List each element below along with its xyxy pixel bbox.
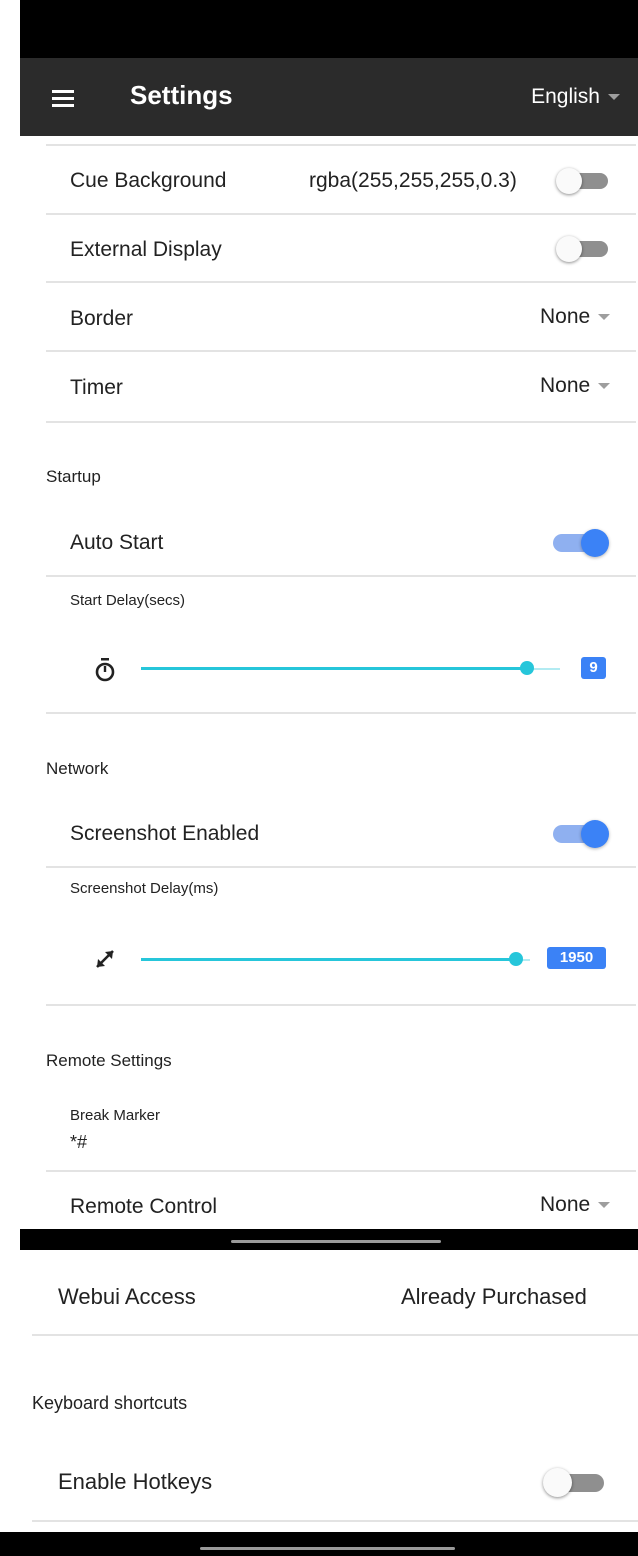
divider	[46, 421, 636, 423]
webui-access-value: Already Purchased	[401, 1284, 587, 1309]
divider	[46, 1170, 636, 1172]
border-label: Border	[70, 307, 134, 330]
screenshot-enabled-label: Screenshot Enabled	[70, 822, 260, 845]
break-marker-label: Break Marker	[70, 1107, 161, 1124]
auto-start-label: Auto Start	[70, 531, 164, 554]
screenshot-delay-value-badge: 1950	[547, 947, 606, 969]
page-title: Settings	[130, 80, 233, 110]
border-select[interactable]: None	[540, 305, 611, 329]
status-bar	[20, 0, 638, 58]
cue-background-label: Cue Background	[70, 169, 227, 192]
external-display-label: External Display	[70, 238, 222, 261]
remote-control-label: Remote Control	[70, 1195, 218, 1218]
remote-control-value: None	[540, 1193, 591, 1216]
app-toolbar: Settings English	[20, 58, 638, 136]
border-value: None	[540, 305, 591, 328]
chevron-down-icon	[608, 94, 620, 101]
divider	[46, 281, 636, 283]
divider	[46, 866, 636, 868]
chevron-down-icon	[598, 1202, 611, 1209]
break-marker-input[interactable]: *#	[70, 1132, 87, 1153]
enable-hotkeys-label: Enable Hotkeys	[58, 1469, 213, 1494]
home-indicator-bottom[interactable]	[200, 1547, 455, 1550]
timer-select[interactable]: None	[540, 374, 611, 398]
start-delay-value-badge: 9	[581, 657, 606, 679]
divider	[32, 1520, 638, 1522]
section-network: Network	[46, 759, 109, 778]
divider	[46, 350, 636, 352]
navigation-bar-bottom	[0, 1532, 638, 1556]
section-keyboard-shortcuts: Keyboard shortcuts	[32, 1393, 188, 1413]
hamburger-icon[interactable]	[52, 90, 74, 107]
section-remote-settings: Remote Settings	[46, 1051, 172, 1070]
chevron-down-icon	[598, 314, 611, 321]
divider	[46, 213, 636, 215]
resize-arrow-icon	[96, 950, 114, 968]
timer-value: None	[540, 374, 591, 397]
start-delay-label: Start Delay(secs)	[70, 592, 186, 609]
divider	[46, 712, 636, 714]
cue-background-value: rgba(255,255,255,0.3)	[309, 169, 517, 192]
timer-label: Timer	[70, 376, 123, 399]
section-startup: Startup	[46, 467, 101, 486]
divider	[46, 144, 636, 146]
language-select[interactable]: English	[531, 85, 620, 109]
home-indicator[interactable]	[231, 1240, 441, 1243]
divider	[32, 1334, 638, 1336]
remote-control-select[interactable]: None	[540, 1193, 611, 1217]
divider	[46, 575, 636, 577]
divider	[46, 1004, 636, 1006]
chevron-down-icon	[598, 383, 611, 390]
language-value: English	[531, 85, 600, 108]
screenshot-delay-label: Screenshot Delay(ms)	[70, 880, 219, 897]
webui-access-label: Webui Access	[58, 1284, 196, 1309]
stopwatch-icon	[95, 658, 115, 682]
